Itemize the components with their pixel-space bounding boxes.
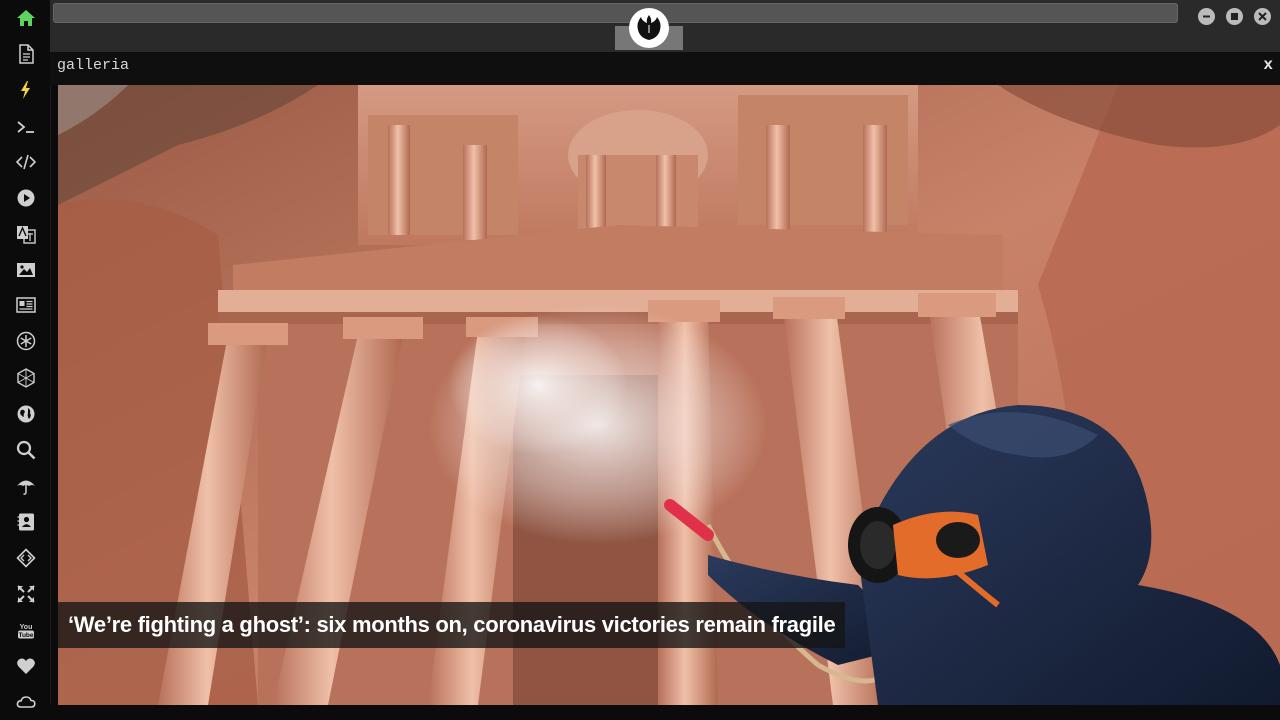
- close-icon[interactable]: [1254, 8, 1271, 25]
- document-icon[interactable]: [13, 41, 39, 67]
- heart-icon[interactable]: [13, 653, 39, 679]
- contact-icon[interactable]: [13, 509, 39, 535]
- translate-icon[interactable]: [13, 221, 39, 247]
- home-icon[interactable]: [13, 5, 39, 31]
- terminal-icon[interactable]: [13, 114, 39, 140]
- bottom-strip: [50, 705, 1280, 720]
- expand-icon[interactable]: [13, 581, 39, 607]
- sidebar: You Tube: [0, 0, 51, 720]
- lightning-icon[interactable]: [13, 77, 39, 103]
- title-bar: [50, 0, 1280, 52]
- panel-header: galleria x: [50, 52, 1280, 85]
- rebel-alliance-icon[interactable]: [629, 8, 669, 48]
- gallery-caption[interactable]: ‘We’re fighting a ghost’: six months on,…: [58, 602, 846, 648]
- address-bar[interactable]: [53, 3, 1178, 23]
- search-icon[interactable]: [13, 437, 39, 463]
- diamond-code-icon[interactable]: [13, 545, 39, 571]
- globe-icon[interactable]: [13, 401, 39, 427]
- svg-text:You: You: [20, 624, 33, 631]
- minimize-icon[interactable]: [1198, 8, 1215, 25]
- panel-close-button[interactable]: x: [1263, 56, 1273, 74]
- code-icon[interactable]: [13, 149, 39, 175]
- youtube-icon[interactable]: You Tube: [13, 617, 39, 643]
- maximize-icon[interactable]: [1226, 8, 1243, 25]
- umbrella-icon[interactable]: [13, 473, 39, 499]
- play-icon[interactable]: [13, 185, 39, 211]
- asterisk-icon[interactable]: [13, 328, 39, 354]
- panel-title: galleria: [57, 57, 130, 74]
- hexagon-icon[interactable]: [13, 365, 39, 391]
- image-icon[interactable]: [13, 257, 39, 283]
- svg-text:Tube: Tube: [18, 632, 33, 639]
- cloud-icon[interactable]: [13, 689, 39, 715]
- newspaper-icon[interactable]: [13, 292, 39, 318]
